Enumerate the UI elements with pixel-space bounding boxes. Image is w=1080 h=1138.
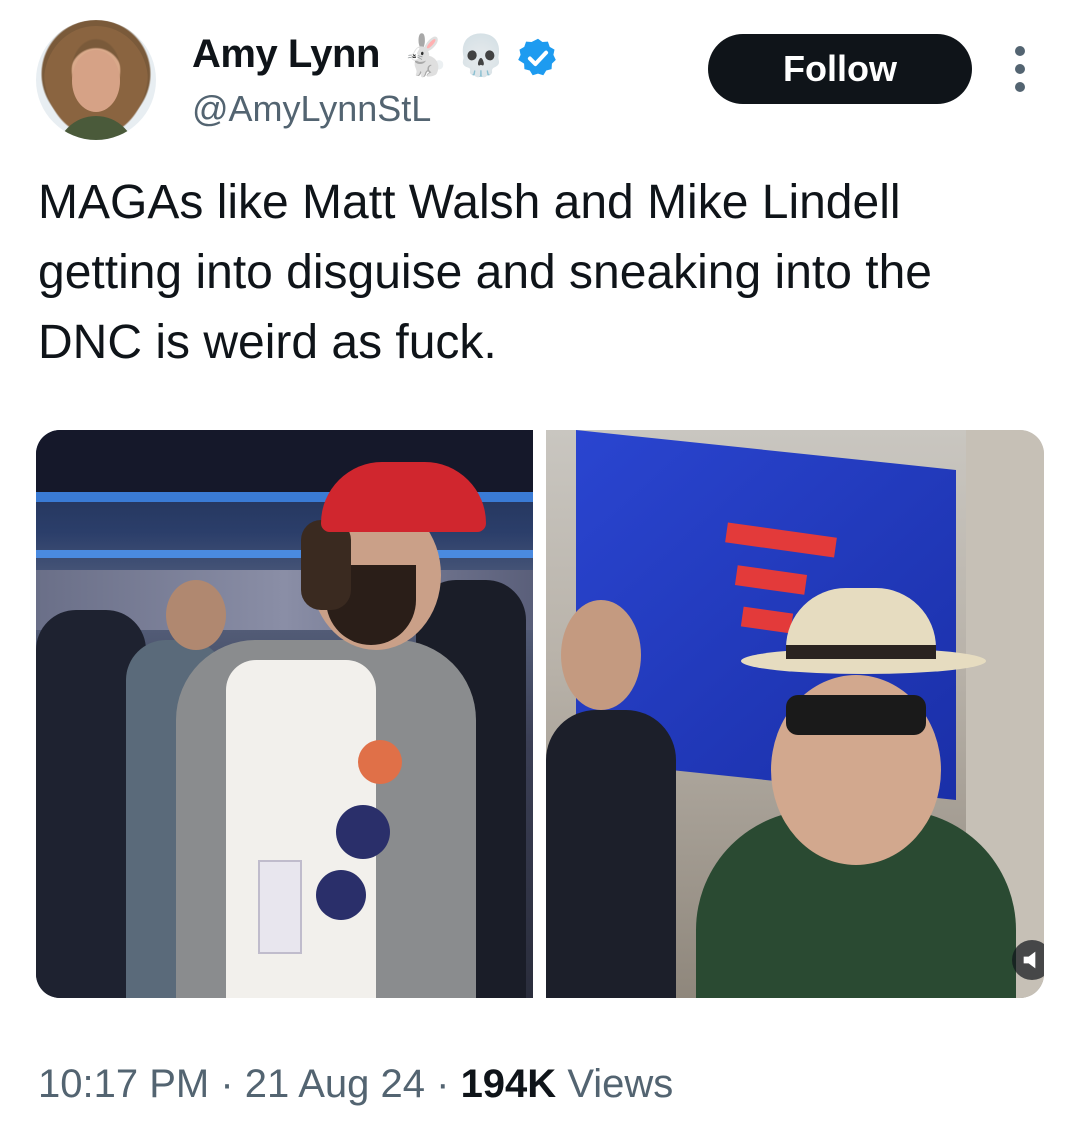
tweet-time[interactable]: 10:17 PM: [38, 1062, 209, 1106]
avatar-face: [72, 50, 120, 112]
hair: [301, 520, 351, 610]
vote-button-pin: [336, 805, 390, 859]
person-background-head: [166, 580, 226, 650]
follow-button[interactable]: Follow: [708, 34, 972, 104]
verified-badge-icon[interactable]: [516, 36, 560, 80]
hat-band: [786, 645, 936, 659]
meta-separator: ·: [220, 1062, 234, 1106]
views-label: Views: [567, 1062, 674, 1106]
skull-emoji-icon: 💀: [456, 34, 506, 78]
arena-led-ribbon: [36, 550, 533, 558]
more-options-icon[interactable]: [1006, 46, 1034, 92]
tweet-date[interactable]: 21 Aug 24: [245, 1062, 425, 1106]
author-display-name[interactable]: Amy Lynn: [192, 32, 380, 77]
tweet-photo-left[interactable]: [36, 430, 533, 998]
person-suit-head: [561, 600, 641, 710]
sunglasses: [786, 695, 926, 735]
author-avatar[interactable]: [36, 20, 156, 140]
more-dot: [1015, 46, 1025, 56]
tweet-text: MAGAs like Matt Walsh and Mike Lindell g…: [38, 176, 932, 369]
rabbit-emoji-icon: 🐇: [400, 34, 450, 78]
views-count: 194K: [460, 1062, 557, 1106]
orange-pin: [358, 740, 402, 784]
tweet-meta: 10:17 PM · 21 Aug 24 · 194K Views: [38, 1062, 673, 1107]
meta-separator: ·: [436, 1062, 450, 1106]
tweet-video-right[interactable]: [546, 430, 1044, 998]
speaker-icon: [1023, 951, 1036, 969]
video-volume-icon[interactable]: [1012, 940, 1044, 980]
more-dot: [1015, 64, 1025, 74]
lanyard-badge: [258, 860, 302, 954]
more-dot: [1015, 82, 1025, 92]
person-suit: [546, 710, 676, 998]
author-handle[interactable]: @AmyLynnStL: [192, 88, 431, 130]
campaign-pin: [316, 870, 366, 920]
